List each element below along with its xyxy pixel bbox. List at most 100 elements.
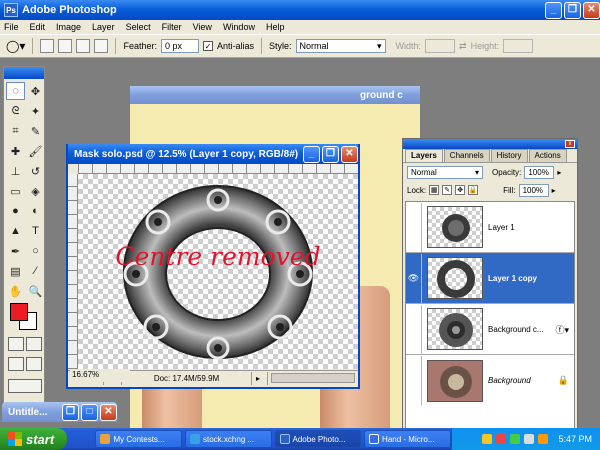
menu-layer[interactable]: Layer <box>92 22 115 32</box>
tray-icon[interactable] <box>510 434 521 444</box>
standard-mode-icon[interactable] <box>8 337 24 351</box>
start-button[interactable]: start <box>0 428 67 450</box>
canvas[interactable]: Centre removed <box>78 174 358 369</box>
lasso-tool-icon[interactable]: ᘓ <box>6 102 25 120</box>
width-input[interactable] <box>425 39 456 53</box>
menu-select[interactable]: Select <box>126 22 151 32</box>
minimized-document-window[interactable]: Untitle... ❐ □ ✕ <box>2 402 117 422</box>
tab-channels[interactable]: Channels <box>443 149 490 162</box>
close-button[interactable]: ✕ <box>100 403 117 421</box>
document-maximize-button[interactable]: ❐ <box>322 145 339 163</box>
foreground-color-swatch[interactable] <box>10 303 28 321</box>
layers-panel-title-bar[interactable]: x <box>403 139 577 149</box>
shape-tool-icon[interactable]: ○ <box>26 242 45 260</box>
fill-input[interactable]: 100% <box>518 183 549 197</box>
clone-stamp-icon[interactable]: ⊥ <box>6 162 25 180</box>
taskbar-item-my-contests[interactable]: My Contests... <box>95 430 182 448</box>
horizontal-scrollbar[interactable] <box>271 373 355 383</box>
tray-icon[interactable] <box>496 434 507 444</box>
crop-tool-icon[interactable]: ⌗ <box>6 122 25 140</box>
visibility-toggle[interactable] <box>406 356 422 405</box>
feather-input[interactable]: 0 px <box>160 39 199 53</box>
intersect-selection-icon[interactable] <box>94 39 109 53</box>
taskbar-item-word[interactable]: Hand - Micro... <box>364 430 451 448</box>
marquee-tool-icon[interactable]: ◯▾ <box>6 39 25 53</box>
menu-help[interactable]: Help <box>266 22 285 32</box>
zoom-tool-icon[interactable]: 🔍 <box>26 282 45 300</box>
toolbox-title-bar[interactable] <box>4 67 44 79</box>
document-window[interactable]: Mask solo.psd @ 12.5% (Layer 1 copy, RGB… <box>66 144 360 389</box>
maximize-button[interactable]: ❐ <box>564 1 581 19</box>
eraser-tool-icon[interactable]: ▭ <box>6 182 25 200</box>
menu-window[interactable]: Window <box>223 22 255 32</box>
healing-brush-icon[interactable]: ✚ <box>6 142 25 160</box>
tray-icon[interactable] <box>482 434 493 444</box>
opacity-input[interactable]: 100% <box>524 165 555 179</box>
layer-item[interactable]: Layer 1 <box>406 202 574 253</box>
move-tool-icon[interactable]: ✥ <box>26 82 45 100</box>
screen-mode-icon[interactable] <box>8 357 24 371</box>
chevron-right-icon[interactable]: ▸ <box>557 168 561 177</box>
document-close-button[interactable]: ✕ <box>341 145 358 163</box>
magic-wand-icon[interactable]: ✦ <box>26 102 45 120</box>
layer-effects-icon[interactable]: ⓕ▾ <box>555 323 569 336</box>
hand-tool-icon[interactable]: ✋ <box>6 282 25 300</box>
swap-icon[interactable]: ⇄ <box>459 41 467 52</box>
lock-pixels-icon[interactable]: ✎ <box>442 185 453 195</box>
menu-file[interactable]: File <box>4 22 19 32</box>
lock-position-icon[interactable]: ✥ <box>455 185 466 195</box>
lock-all-icon[interactable]: 🔒 <box>468 185 479 195</box>
tab-history[interactable]: History <box>490 149 528 162</box>
layer-item[interactable]: 👁 Layer 1 copy <box>406 253 574 304</box>
eye-icon[interactable]: 👁 <box>406 253 422 303</box>
bucket-tool-icon[interactable]: ◈ <box>26 182 45 200</box>
subtract-selection-icon[interactable] <box>76 39 91 53</box>
restore-button[interactable]: ❐ <box>62 403 79 421</box>
tray-icon[interactable] <box>538 434 549 444</box>
notes-tool-icon[interactable]: ▤ <box>6 262 25 280</box>
clock[interactable]: 5:47 PM <box>558 434 592 444</box>
document-minimize-button[interactable]: _ <box>303 145 320 163</box>
tray-icon[interactable] <box>524 434 535 444</box>
path-select-icon[interactable]: ▲ <box>6 222 25 240</box>
menu-filter[interactable]: Filter <box>162 22 182 32</box>
menu-view[interactable]: View <box>193 22 212 32</box>
tab-actions[interactable]: Actions <box>528 149 567 162</box>
type-tool-icon[interactable]: T <box>26 222 45 240</box>
menu-image[interactable]: Image <box>56 22 81 32</box>
document-title-bar[interactable]: Mask solo.psd @ 12.5% (Layer 1 copy, RGB… <box>68 144 358 164</box>
taskbar-item-stock-xchng[interactable]: stock.xchng ... <box>184 430 272 448</box>
layer-item[interactable]: Background 🔒 <box>406 355 574 406</box>
height-input[interactable] <box>503 39 534 53</box>
close-button[interactable]: ✕ <box>583 1 600 19</box>
visibility-toggle[interactable] <box>406 202 422 252</box>
app-title-bar[interactable]: Ps Adobe Photoshop _ ❐ ✕ <box>0 0 600 20</box>
background-zoom-level[interactable]: 16.67% <box>70 370 130 382</box>
maximize-button[interactable]: □ <box>81 403 98 421</box>
layer-item[interactable]: Background c... ⓕ▾ <box>406 304 574 355</box>
quickmask-mode-icon[interactable] <box>26 337 42 351</box>
chevron-right-icon[interactable]: ▸ <box>552 186 556 195</box>
new-selection-icon[interactable] <box>40 39 55 53</box>
eyedropper-icon[interactable]: ⁄ <box>26 262 45 280</box>
minimize-button[interactable]: _ <box>545 1 562 19</box>
blur-tool-icon[interactable]: ● <box>6 202 25 220</box>
pen-tool-icon[interactable]: ✒ <box>6 242 25 260</box>
menu-edit[interactable]: Edit <box>30 22 46 32</box>
style-select[interactable]: Normal ▾ <box>295 39 386 53</box>
marquee-tool-icon[interactable]: ◌ <box>6 82 25 100</box>
history-brush-icon[interactable]: ↺ <box>26 162 45 180</box>
slice-tool-icon[interactable]: ✎ <box>26 122 45 140</box>
taskbar-item-photoshop[interactable]: Adobe Photo... <box>274 430 362 448</box>
full-screen-icon[interactable] <box>26 357 42 371</box>
dodge-tool-icon[interactable]: ◐ <box>26 202 45 220</box>
lock-transparency-icon[interactable]: ▦ <box>429 185 440 195</box>
tab-layers[interactable]: Layers <box>405 149 443 162</box>
visibility-toggle[interactable] <box>406 304 422 354</box>
add-selection-icon[interactable] <box>58 39 73 53</box>
status-arrow-icon[interactable]: ▸ <box>252 371 268 385</box>
layers-close-icon[interactable]: x <box>565 140 575 148</box>
antialias-checkbox[interactable]: ✓ <box>202 41 213 51</box>
jump-to-imageready-icon[interactable] <box>8 379 42 393</box>
brush-tool-icon[interactable]: 🖌 <box>26 142 45 160</box>
